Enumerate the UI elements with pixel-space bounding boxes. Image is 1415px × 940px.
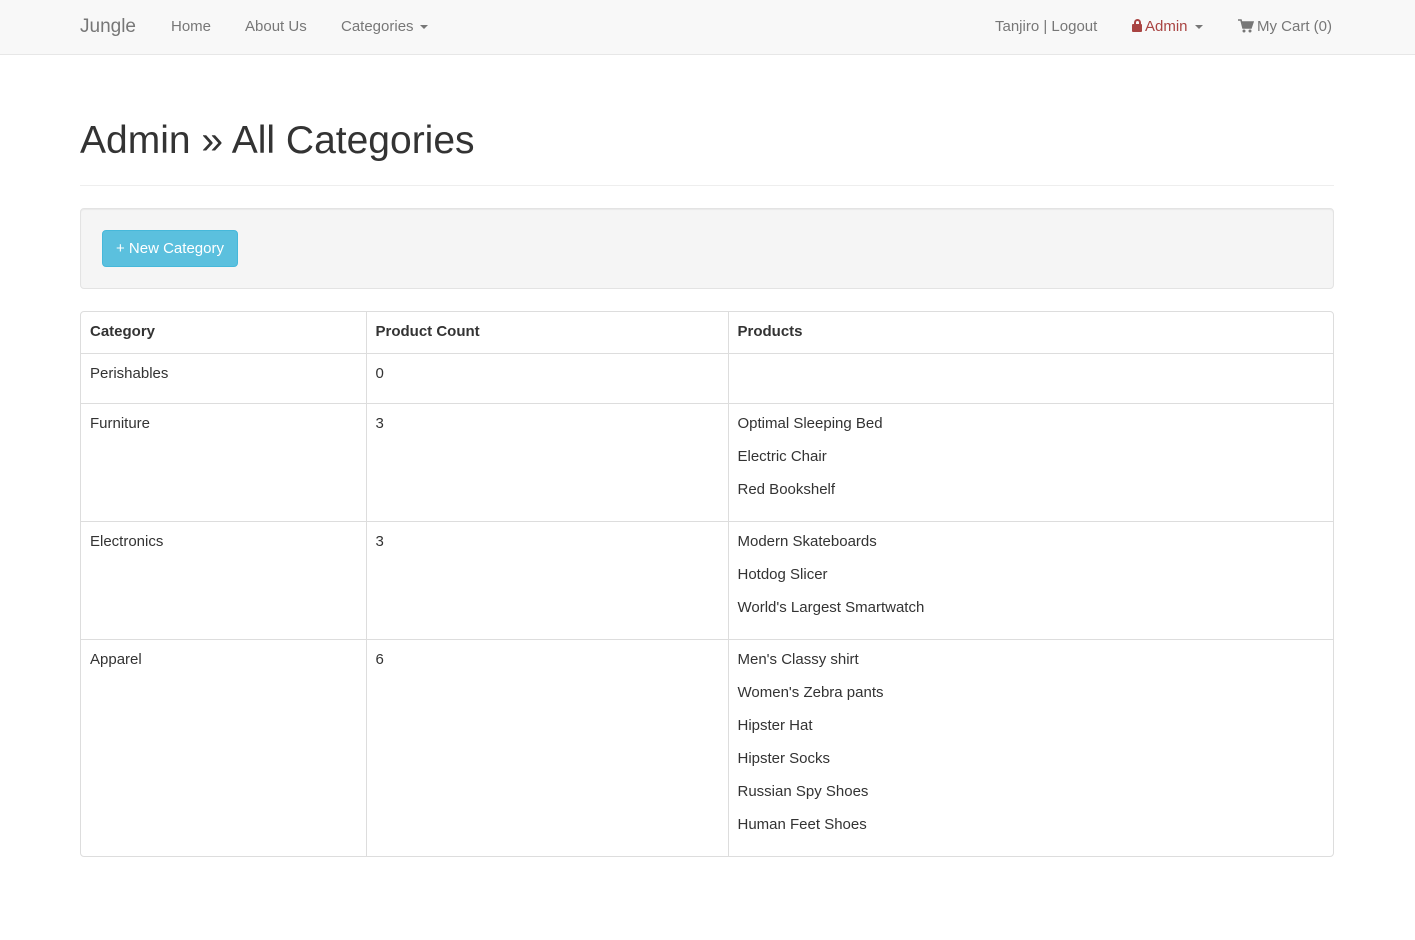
product-item: Hipster Hat (737, 716, 813, 734)
cell-products (728, 353, 1333, 403)
nav-categories-label: Categories (341, 18, 414, 35)
cell-category: Electronics (81, 521, 367, 639)
cell-category: Furniture (81, 403, 367, 521)
product-item: Hipster Socks (737, 749, 831, 767)
product-item: Red Bookshelf (737, 480, 836, 498)
product-item: Women's Zebra pants (737, 683, 884, 701)
cell-products: Optimal Sleeping Bed Electric Chair Red … (728, 403, 1333, 521)
nav-admin-dropdown[interactable]: Admin (1132, 17, 1203, 37)
categories-table: Category Product Count Products Perishab… (80, 311, 1334, 857)
product-item: World's Largest Smartwatch (737, 598, 925, 616)
header-products: Products (728, 312, 1333, 354)
page-title: Admin » All Categories (80, 119, 475, 162)
table-row: Electronics 3 Modern Skateboards Hotdog … (81, 521, 1333, 639)
product-item: Modern Skateboards (737, 532, 877, 550)
nav-home[interactable]: Home (171, 17, 211, 37)
product-item: Hotdog Slicer (737, 565, 828, 583)
cell-count: 0 (366, 353, 729, 403)
cell-count: 6 (366, 639, 729, 856)
product-item: Electric Chair (737, 447, 827, 465)
product-item: Human Feet Shoes (737, 815, 867, 833)
table-row: Perishables 0 (81, 353, 1333, 403)
cell-count: 3 (366, 521, 729, 639)
header-product-count: Product Count (366, 312, 729, 354)
cell-products: Modern Skateboards Hotdog Slicer World's… (728, 521, 1333, 639)
cart-icon (1238, 19, 1254, 33)
cell-category: Apparel (81, 639, 367, 856)
nav-user-logout[interactable]: Tanjiro | Logout (995, 17, 1097, 37)
nav-categories-dropdown[interactable]: Categories (341, 17, 428, 37)
brand-link[interactable]: Jungle (80, 15, 136, 39)
navbar: Jungle Home About Us Categories Tanjiro … (0, 0, 1415, 55)
chevron-down-icon (419, 25, 428, 30)
product-item: Optimal Sleeping Bed (737, 414, 883, 432)
page-header: Admin » All Categories (80, 118, 1334, 186)
table-row: Apparel 6 Men's Classy shirt Women's Zeb… (81, 639, 1333, 856)
nav-admin-label: Admin (1145, 18, 1188, 35)
table-header-row: Category Product Count Products (81, 312, 1333, 354)
header-category: Category (81, 312, 367, 354)
nav-cart-label: My Cart (0) (1257, 18, 1332, 35)
cell-products: Men's Classy shirt Women's Zebra pants H… (728, 639, 1333, 856)
product-item: Russian Spy Shoes (737, 782, 869, 800)
cell-category: Perishables (81, 353, 367, 403)
nav-about[interactable]: About Us (245, 17, 307, 37)
product-item: Men's Classy shirt (737, 650, 859, 668)
chevron-down-icon (1194, 25, 1203, 30)
lock-icon (1132, 19, 1142, 32)
actions-well: + New Category (80, 208, 1334, 289)
new-category-button[interactable]: + New Category (102, 230, 238, 267)
cell-count: 3 (366, 403, 729, 521)
nav-cart[interactable]: My Cart (0) (1238, 17, 1332, 37)
table-row: Furniture 3 Optimal Sleeping Bed Electri… (81, 403, 1333, 521)
